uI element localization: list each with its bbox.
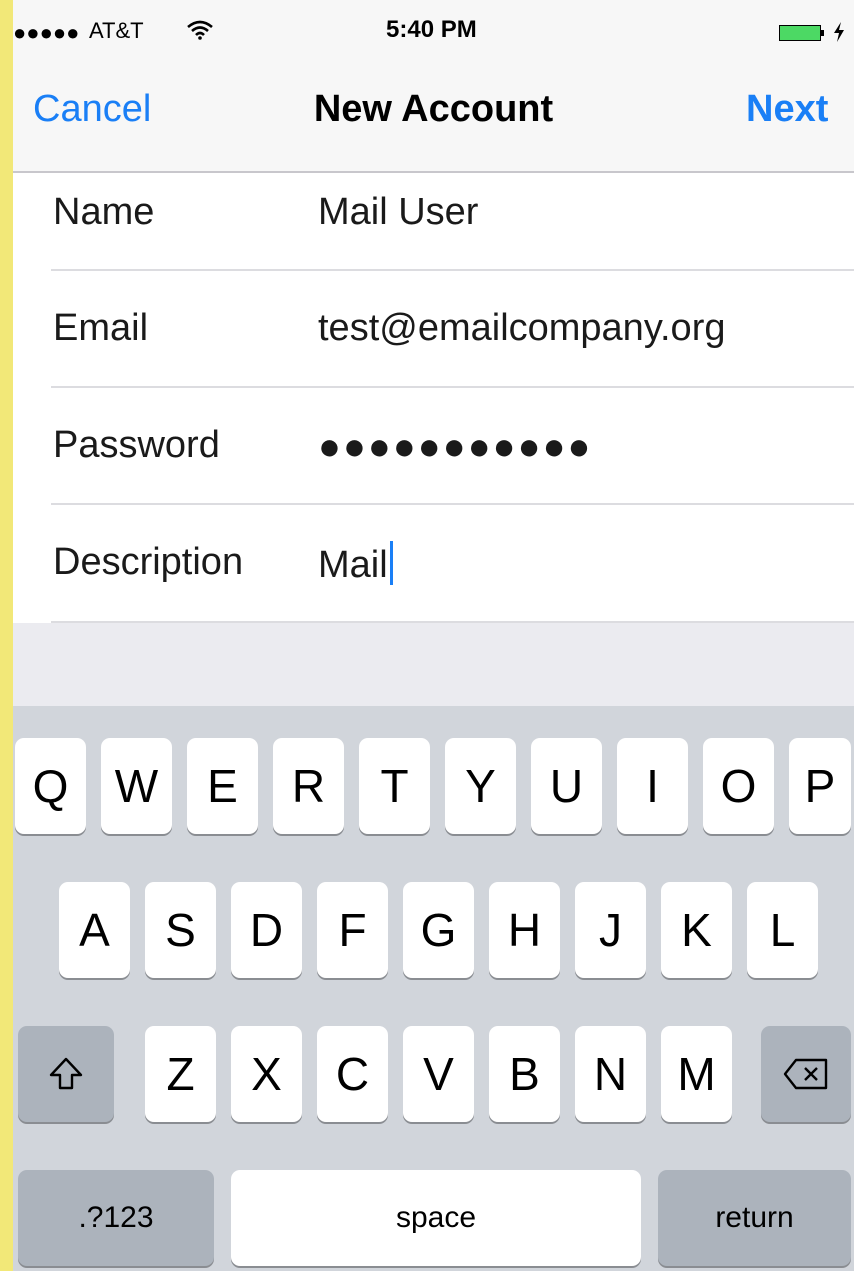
shift-key[interactable] <box>18 1026 114 1122</box>
key-j[interactable]: J <box>575 882 646 978</box>
name-label: Name <box>53 191 155 233</box>
password-field[interactable]: ●●●●●●●●●●● <box>318 426 592 469</box>
status-time: 5:40 PM <box>386 16 477 43</box>
signal-strength: ●●●●● <box>13 20 80 45</box>
charging-bolt-icon <box>834 22 844 42</box>
key-e[interactable]: E <box>187 738 258 834</box>
email-field[interactable]: test@emailcompany.org <box>318 307 725 350</box>
password-label: Password <box>53 424 220 466</box>
key-b[interactable]: B <box>489 1026 560 1122</box>
numbers-key[interactable]: .?123 <box>18 1170 214 1266</box>
next-button[interactable]: Next <box>746 88 828 131</box>
key-o[interactable]: O <box>703 738 774 834</box>
form-row-description[interactable]: Description Mail <box>13 505 854 623</box>
account-form: Name Mail User Email test@emailcompany.o… <box>13 173 854 623</box>
key-z[interactable]: Z <box>145 1026 216 1122</box>
key-y[interactable]: Y <box>445 738 516 834</box>
key-u[interactable]: U <box>531 738 602 834</box>
delete-icon <box>783 1058 828 1090</box>
name-field[interactable]: Mail User <box>318 191 478 234</box>
key-x[interactable]: X <box>231 1026 302 1122</box>
key-d[interactable]: D <box>231 882 302 978</box>
description-value: Mail <box>318 544 388 586</box>
page-title: New Account <box>313 88 554 130</box>
carrier-name: AT&T <box>89 18 144 43</box>
key-w[interactable]: W <box>101 738 172 834</box>
description-field[interactable]: Mail <box>318 541 393 587</box>
key-m[interactable]: M <box>661 1026 732 1122</box>
key-p[interactable]: P <box>789 738 851 834</box>
shift-icon <box>49 1057 83 1090</box>
delete-key[interactable] <box>761 1026 851 1122</box>
key-h[interactable]: H <box>489 882 560 978</box>
form-row-password[interactable]: Password ●●●●●●●●●●● <box>13 388 854 505</box>
return-key[interactable]: return <box>658 1170 851 1266</box>
key-l[interactable]: L <box>747 882 818 978</box>
key-f[interactable]: F <box>317 882 388 978</box>
key-g[interactable]: G <box>403 882 474 978</box>
email-label: Email <box>53 307 149 349</box>
key-a[interactable]: A <box>59 882 130 978</box>
form-row-name[interactable]: Name Mail User <box>13 173 854 271</box>
keyboard: Q W E R T Y U I O P A S D F G H J K L Z … <box>13 706 854 1271</box>
phone-screen: ●●●●● AT&T 5:40 PM Cancel New Account Ne… <box>13 0 854 1271</box>
battery-icon <box>779 25 824 41</box>
row-divider <box>51 621 854 623</box>
form-row-email[interactable]: Email test@emailcompany.org <box>13 271 854 388</box>
key-k[interactable]: K <box>661 882 732 978</box>
key-r[interactable]: R <box>273 738 344 834</box>
key-s[interactable]: S <box>145 882 216 978</box>
space-key[interactable]: space <box>231 1170 641 1266</box>
wifi-icon <box>187 20 213 40</box>
description-label: Description <box>53 541 244 583</box>
key-q[interactable]: Q <box>15 738 86 834</box>
key-t[interactable]: T <box>359 738 430 834</box>
key-i[interactable]: I <box>617 738 688 834</box>
text-cursor <box>389 541 393 585</box>
key-v[interactable]: V <box>403 1026 474 1122</box>
key-c[interactable]: C <box>317 1026 388 1122</box>
key-n[interactable]: N <box>575 1026 646 1122</box>
